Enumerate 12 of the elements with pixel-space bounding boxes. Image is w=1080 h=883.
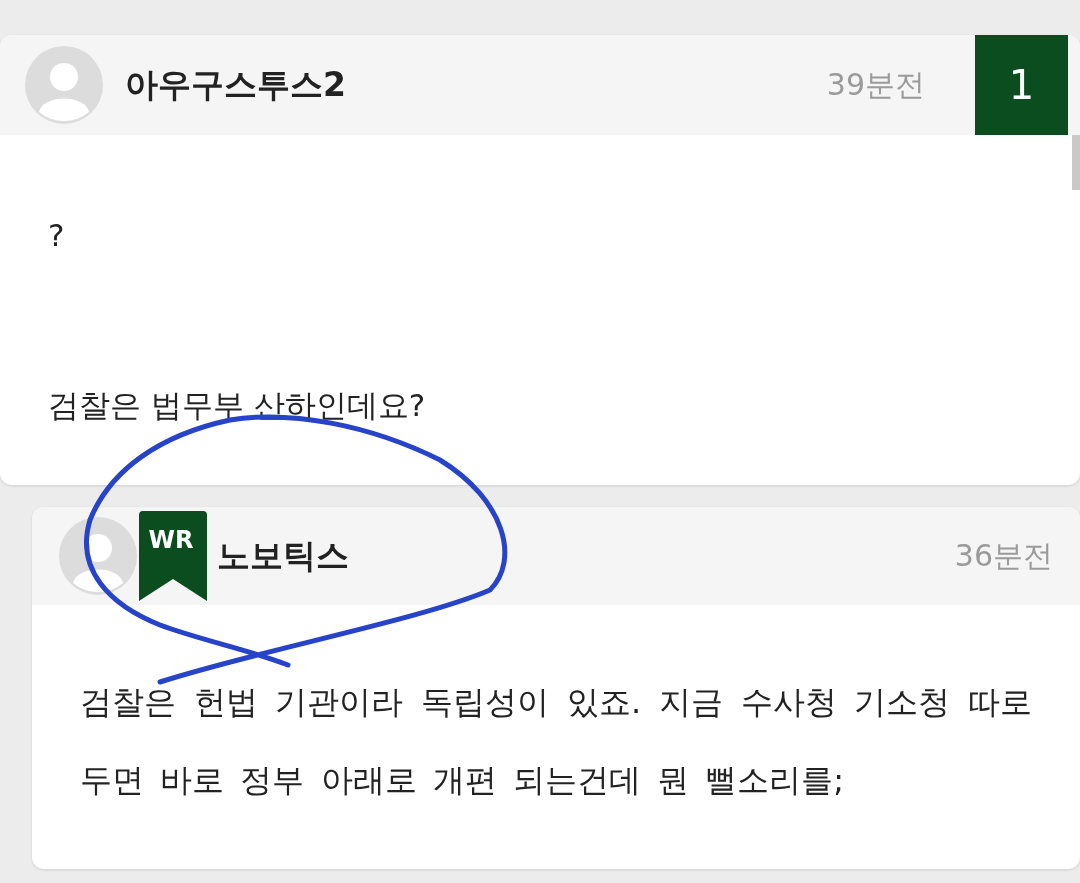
author-name[interactable]: 노보틱스	[217, 533, 349, 579]
comment-time: 36분전	[954, 536, 1053, 575]
comment-text: 검찰은 헌법 기관이라 독립성이 있죠. 지금 수사청 기소청 따로 두면 바로 정부 아래로 개편 되는건데 뭔 뻘소리를;	[80, 682, 1032, 801]
writer-badge: WR	[139, 511, 207, 601]
comment-text: ?	[48, 216, 66, 255]
avatar-icon	[59, 517, 137, 595]
author-name[interactable]: 아우구스투스2	[125, 62, 346, 108]
comment-time: 39분전	[826, 65, 925, 104]
comment-number: 1	[975, 35, 1068, 135]
avatar-icon	[25, 46, 103, 124]
comment-text: 검찰은 법무부 산하인데요?	[48, 386, 427, 425]
scrollbar	[1072, 135, 1080, 190]
